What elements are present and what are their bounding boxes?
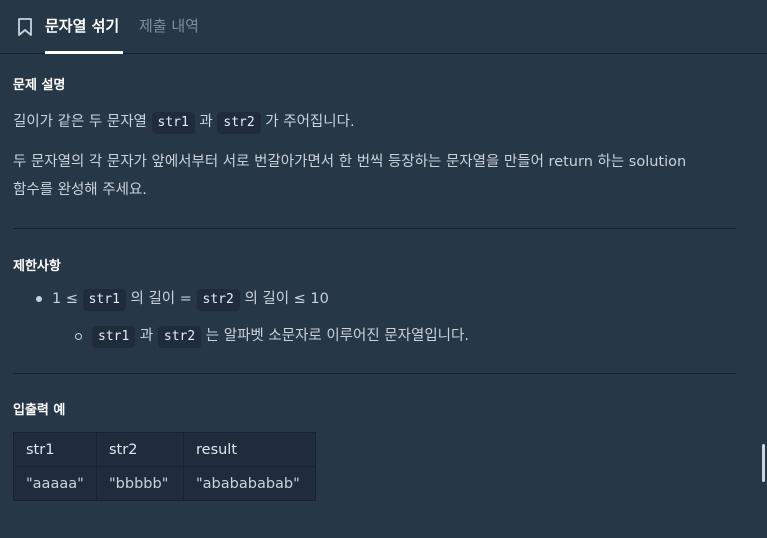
description-line-1: 길이가 같은 두 문자열 str1 과 str2 가 주어집니다.: [13, 108, 355, 136]
constraint-item-1: 1 ≤ str1 의 길이 = str2 의 길이 ≤ 10: [52, 285, 329, 313]
description-heading: 문제 설명: [13, 78, 66, 93]
column-header-str1: str1: [13, 432, 97, 467]
description-line-3: 함수를 완성해 주세요.: [13, 182, 147, 198]
scrollbar-thumb[interactable]: [762, 444, 765, 482]
code-str1: str1: [92, 326, 136, 348]
constraint-subitem-1: str1 과 str2 는 알파벳 소문자로 이루어진 문자열입니다.: [92, 322, 469, 350]
text: 과: [199, 114, 213, 130]
tab-bar: 문자열 섞기 제출 내역: [0, 0, 767, 54]
code-str1: str1: [82, 289, 126, 311]
examples-table: str1 str2 result "aaaaa" "bbbbb" "ababab…: [13, 432, 316, 501]
description-line-2: 두 문자열의 각 문자가 앞에서부터 서로 번갈아가면서 한 번씩 등장하는 문…: [13, 154, 687, 170]
table-cell: "bbbbb": [96, 466, 184, 501]
bookmark-icon[interactable]: [16, 17, 34, 37]
code-str2: str2: [217, 112, 261, 134]
code-str2: str2: [157, 326, 202, 348]
tab-submissions[interactable]: 제출 내역: [139, 16, 199, 36]
tab-problem[interactable]: 문자열 섞기: [45, 16, 119, 36]
text: 길이가 같은 두 문자열: [13, 114, 147, 130]
divider: [13, 228, 736, 229]
text: 의 길이 ≤ 10: [244, 291, 329, 307]
code-str2: str2: [196, 289, 240, 311]
table-cell: "aaaaa": [13, 466, 97, 501]
table-cell: "ababababab": [183, 466, 316, 501]
text: 는 알파벳 소문자로 이루어진 문자열입니다.: [205, 328, 469, 344]
text: 1 ≤: [52, 291, 78, 307]
bullet-dot: [36, 296, 42, 302]
table-row: "aaaaa" "bbbbb" "ababababab": [13, 466, 316, 501]
table-header-row: str1 str2 result: [13, 432, 316, 467]
divider: [13, 373, 736, 374]
bullet-ring: [75, 333, 82, 340]
constraints-heading: 제한사항: [13, 259, 61, 274]
column-header-result: result: [183, 432, 316, 467]
examples-heading: 입출력 예: [13, 403, 66, 418]
text: 과: [139, 328, 154, 344]
column-header-str2: str2: [96, 432, 184, 467]
text: 가 주어집니다.: [265, 114, 355, 130]
code-str1: str1: [151, 112, 195, 134]
active-tab-indicator: [45, 51, 123, 54]
text: 의 길이 =: [130, 291, 192, 307]
